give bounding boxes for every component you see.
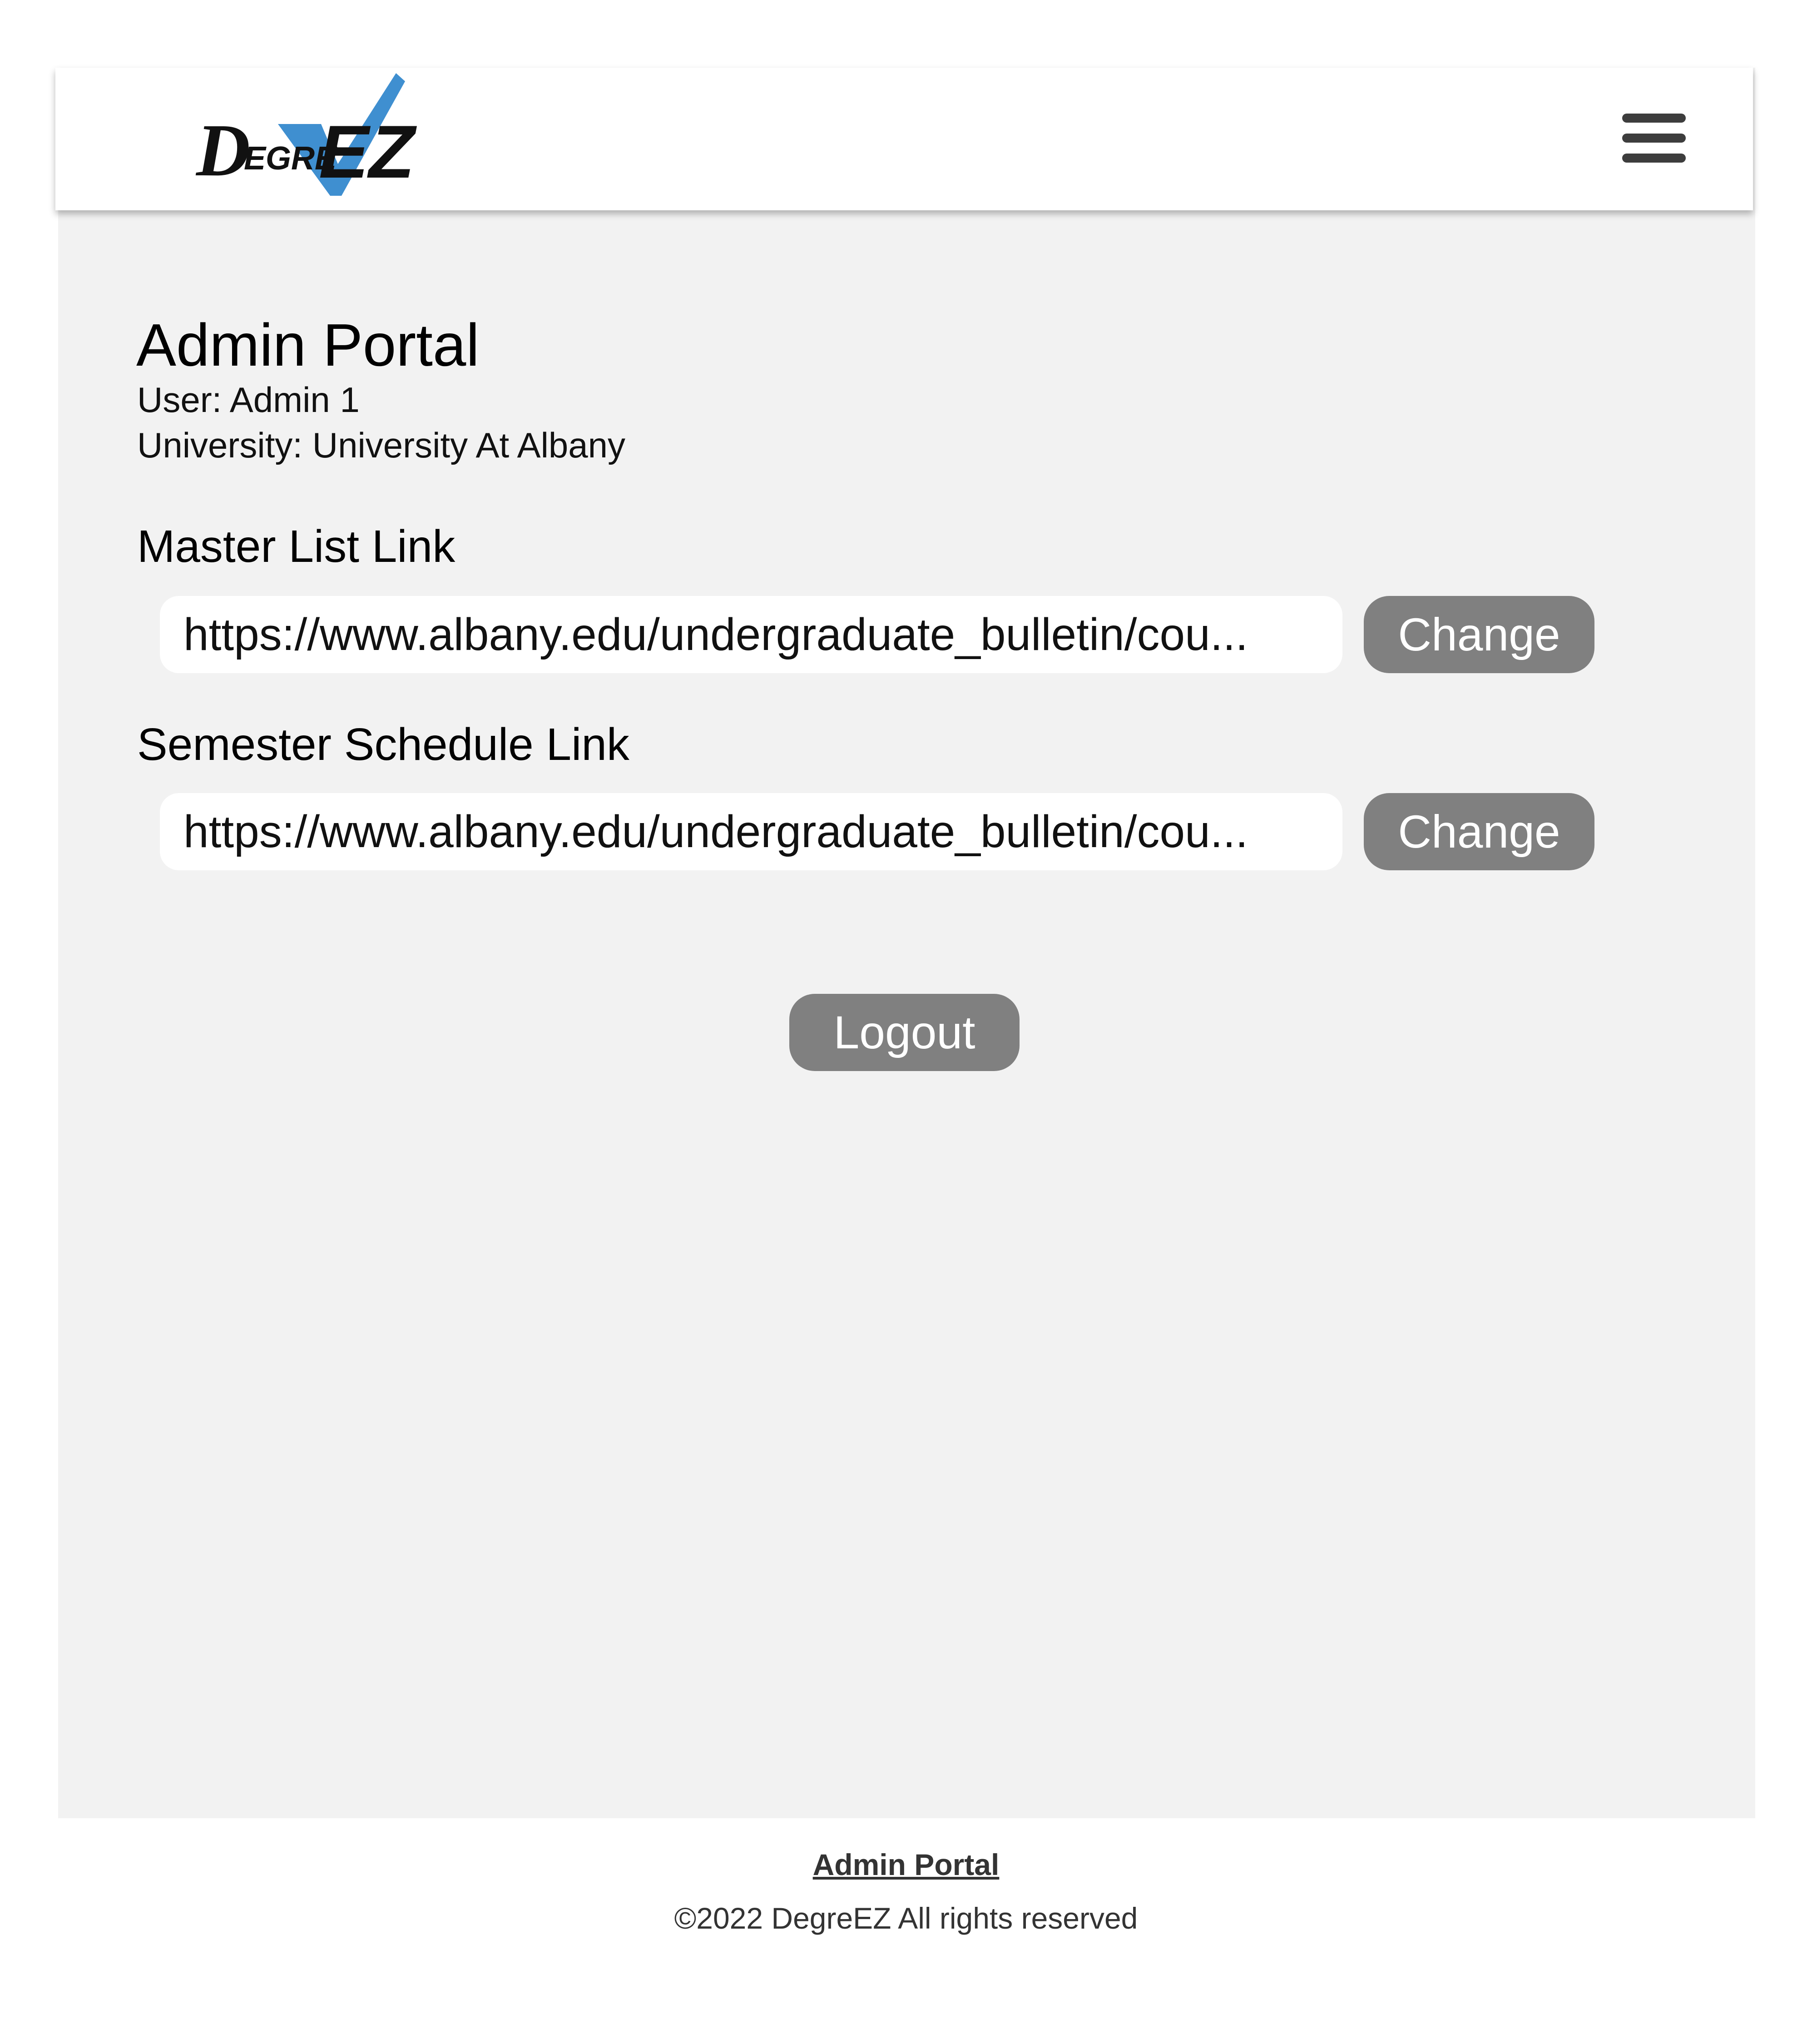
menu-bar-middle: [1622, 134, 1686, 143]
semester-schedule-label: Semester Schedule Link: [137, 719, 629, 770]
svg-text:D: D: [195, 109, 250, 192]
master-list-label: Master List Link: [137, 521, 455, 572]
university-info: University: University At Albany: [137, 425, 626, 465]
menu-bar-top: [1622, 114, 1686, 123]
top-navbar: D EGRE EZ: [55, 68, 1753, 210]
change-semester-schedule-button[interactable]: Change: [1364, 793, 1594, 870]
user-info: User: Admin 1: [137, 380, 360, 420]
logout-button[interactable]: Logout: [789, 994, 1020, 1071]
degreez-logo[interactable]: D EGRE EZ: [142, 73, 432, 200]
menu-bar-bottom: [1622, 154, 1686, 163]
page-title: Admin Portal: [136, 312, 480, 378]
svg-text:EZ: EZ: [319, 110, 417, 193]
footer-copyright: ©2022 DegreEZ All rights reserved: [674, 1901, 1138, 1935]
change-master-list-button[interactable]: Change: [1364, 596, 1594, 673]
master-list-url-field[interactable]: https://www.albany.edu/undergraduate_bul…: [160, 596, 1342, 673]
semester-schedule-url-field[interactable]: https://www.albany.edu/undergraduate_bul…: [160, 793, 1342, 870]
footer-admin-portal-link[interactable]: Admin Portal: [813, 1848, 1000, 1881]
footer-admin-portal-link-row: Admin Portal: [0, 1844, 1812, 1885]
hamburger-menu-icon[interactable]: [1620, 112, 1693, 171]
